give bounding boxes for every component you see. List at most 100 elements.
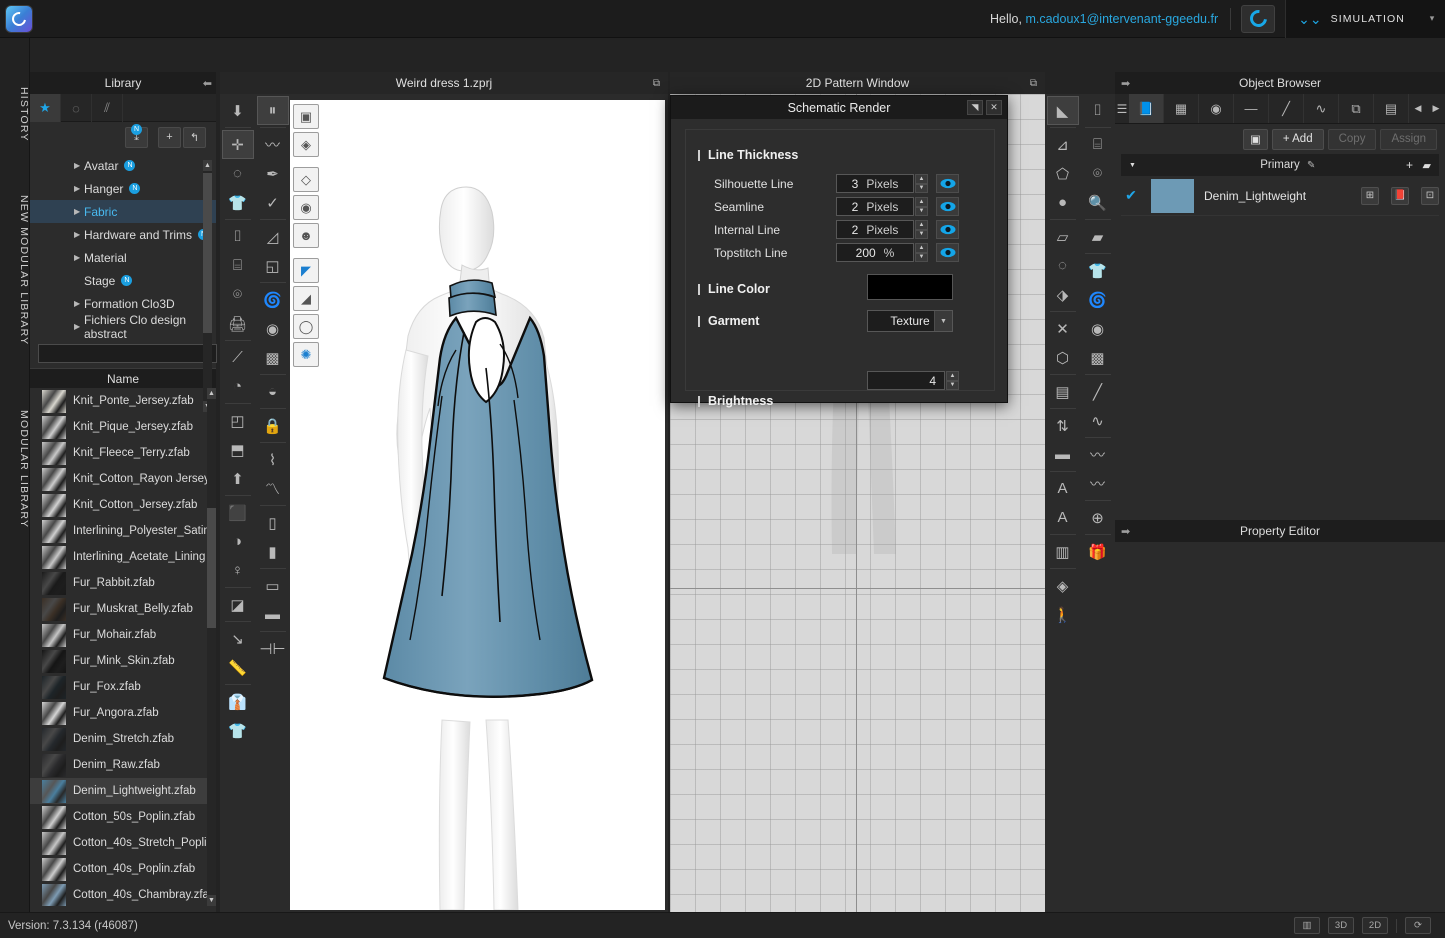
rail-tab-history[interactable]: HISTORY bbox=[0, 78, 30, 150]
chevron-right-icon[interactable]: ▶ bbox=[74, 299, 80, 308]
stepper-arrows[interactable]: ▲ ▼ bbox=[915, 197, 928, 216]
tool-icon-7[interactable]: ◌ bbox=[1047, 251, 1079, 280]
stepper-arrows[interactable]: ▲ ▼ bbox=[915, 174, 928, 193]
object-browser-zigzag-tab[interactable]: ∿ bbox=[1304, 94, 1339, 123]
tool-icon-2[interactable]: 〰 bbox=[257, 130, 289, 159]
tool-icon-4[interactable]: 👕 bbox=[222, 188, 254, 217]
file-list-item[interactable]: Fur_Fox.zfab bbox=[30, 674, 216, 700]
file-list-item[interactable]: Cotton_40s_Poplin.zfab bbox=[30, 856, 216, 882]
visibility-eye-icon[interactable] bbox=[936, 220, 959, 239]
file-list-scrollbar[interactable]: ▲ ▼ bbox=[207, 388, 216, 906]
file-list-item[interactable]: Knit_Cotton_Rayon Jersey bbox=[30, 466, 216, 492]
cloud-button[interactable] bbox=[1241, 4, 1276, 33]
tool-icon-10[interactable]: ◉ bbox=[1082, 314, 1114, 343]
file-list-item[interactable]: Denim_Raw.zfab bbox=[30, 752, 216, 778]
split-view-button[interactable]: ▥ bbox=[1294, 917, 1320, 934]
item-action-icon-1[interactable]: 📕 bbox=[1391, 186, 1409, 205]
file-scroll-down-icon[interactable]: ▼ bbox=[207, 895, 216, 906]
tool-icon-21[interactable]: ▥ bbox=[1047, 537, 1079, 566]
tool-icon-18[interactable]: 〽 bbox=[257, 474, 289, 503]
file-list-item[interactable]: Interlining_Polyester_Satin bbox=[30, 518, 216, 544]
tool-icon-19[interactable]: ◑ bbox=[222, 527, 254, 556]
tree-scrollbar[interactable]: ▲ ▼ bbox=[203, 160, 212, 412]
file-list-item[interactable]: Cotton_50s_Poplin.zfab bbox=[30, 804, 216, 830]
tool-icon-0[interactable]: ⌷ bbox=[1082, 96, 1114, 125]
item-action-icon-0[interactable]: ⊞ bbox=[1361, 186, 1379, 205]
file-list-item[interactable]: Cotton_40s_Stretch_Popli bbox=[30, 830, 216, 856]
object-browser-button-tab[interactable]: ◉ bbox=[1199, 94, 1234, 123]
file-list-item[interactable]: Fur_Rabbit.zfab bbox=[30, 570, 216, 596]
value-field[interactable]: 2 Pixels bbox=[836, 197, 914, 216]
garment-select[interactable]: Texture ▼ bbox=[867, 310, 953, 332]
tool-icon-21[interactable]: ▮ bbox=[257, 537, 289, 566]
chevron-right-icon[interactable]: ▶ bbox=[74, 184, 80, 193]
tool-icon-13[interactable]: ▤ bbox=[1047, 377, 1079, 406]
object-browser-dashed-line-tab[interactable]: ╱ bbox=[1269, 94, 1304, 123]
object-browser-item[interactable]: ✔ Denim_Lightweight ⊞ 📕 ⊡ bbox=[1121, 176, 1439, 216]
brightness-value[interactable]: 4 bbox=[867, 371, 945, 390]
tool-icon-24[interactable]: ↘ bbox=[222, 624, 254, 653]
copy-button[interactable]: Copy bbox=[1327, 128, 1377, 150]
tool-icon-11[interactable]: ▩ bbox=[1082, 343, 1114, 372]
tool-icon-20[interactable]: ▯ bbox=[257, 508, 289, 537]
tool-icon-11[interactable]: ⟋ bbox=[222, 343, 254, 372]
viewport-3d[interactable]: ▣ ◈ ◇ ◉ ☻ ◤ ◢ ◯ ✺ bbox=[290, 100, 665, 910]
group-add-icon[interactable]: + bbox=[1406, 158, 1413, 172]
close-icon[interactable]: ✕ bbox=[986, 100, 1002, 115]
tree-item-stage[interactable]: Stage N bbox=[30, 269, 216, 292]
object-browser-fold-tab[interactable]: ▤ bbox=[1374, 94, 1409, 123]
tool-icon-9[interactable]: 🖨 bbox=[222, 309, 254, 338]
tool-icon-23[interactable]: ▭ bbox=[257, 571, 289, 600]
add-folder-button[interactable]: + bbox=[158, 126, 181, 148]
tree-item-avatar[interactable]: ▶ Avatar N bbox=[30, 154, 216, 177]
tool-icon-6[interactable]: ▰ bbox=[1082, 222, 1114, 251]
tool-icon-24[interactable]: 🚶 bbox=[1047, 600, 1079, 629]
tool-icon-17[interactable]: ⌇ bbox=[257, 445, 289, 474]
file-list-item[interactable]: Fur_Muskrat_Belly.zfab bbox=[30, 596, 216, 622]
undo-button[interactable]: ↰ bbox=[183, 126, 206, 148]
tool-icon-3[interactable]: ◌ bbox=[222, 159, 254, 188]
tool-icon-6[interactable]: ◿ bbox=[257, 222, 289, 251]
tool-icon-4[interactable]: ✓ bbox=[257, 188, 289, 217]
scroll-up-icon[interactable]: ▲ bbox=[203, 160, 212, 171]
value-field[interactable]: 200% bbox=[836, 243, 914, 262]
tool-icon-24[interactable]: ▬ bbox=[257, 600, 289, 629]
new-folder-button[interactable]: ▣ bbox=[1242, 128, 1268, 150]
file-list-item[interactable]: Knit_Ponte_Jersey.zfab bbox=[30, 388, 216, 414]
tool-icon-12[interactable]: ◔ bbox=[222, 372, 254, 401]
tool-icon-21[interactable]: 🎁 bbox=[1082, 537, 1114, 566]
tool-icon-25[interactable]: 📏 bbox=[222, 653, 254, 682]
item-action-icon-2[interactable]: ⊡ bbox=[1421, 186, 1439, 205]
library-fabric-tab[interactable]: ⫽ bbox=[92, 94, 123, 122]
line-color-swatch[interactable] bbox=[867, 274, 953, 300]
tabs-next-icon[interactable]: ▶ bbox=[1427, 94, 1445, 123]
tool-icon-3[interactable]: ⬠ bbox=[1047, 159, 1079, 188]
show-head-icon[interactable]: ◯ bbox=[293, 314, 319, 339]
view-2d-button[interactable]: 2D bbox=[1362, 917, 1388, 934]
simulation-mode-button[interactable]: ⌄⌄ SIMULATION bbox=[1285, 0, 1419, 38]
group-folder-icon[interactable]: ▰ bbox=[1423, 159, 1431, 172]
tree-item-fabric[interactable]: ▶ Fabric bbox=[30, 200, 216, 223]
render-box-icon[interactable]: ▣ bbox=[293, 104, 319, 129]
collapse-right-icon[interactable]: ➡ bbox=[1121, 77, 1130, 90]
tree-item-material[interactable]: ▶ Material bbox=[30, 246, 216, 269]
search-input[interactable] bbox=[38, 343, 217, 363]
file-scroll-up-icon[interactable]: ▲ bbox=[207, 388, 216, 399]
file-list-item[interactable]: Knit_Pique_Jersey.zfab bbox=[30, 414, 216, 440]
tool-icon-7[interactable]: ⌸ bbox=[222, 251, 254, 280]
tool-icon-6[interactable]: ▱ bbox=[1047, 222, 1079, 251]
tool-icon-27[interactable]: 👔 bbox=[222, 687, 254, 716]
rename-pencil-icon[interactable]: ✎ bbox=[1307, 160, 1315, 171]
tool-icon-16[interactable]: 〰 bbox=[1082, 440, 1114, 469]
garment-fit-icon[interactable]: ◈ bbox=[293, 132, 319, 157]
tool-icon-0[interactable]: ⬇ bbox=[222, 96, 254, 125]
tool-icon-2[interactable]: ⌸ bbox=[1082, 130, 1114, 159]
stepper-arrows[interactable]: ▲ ▼ bbox=[915, 220, 928, 239]
tool-icon-2[interactable]: ✛ bbox=[221, 130, 254, 159]
chevron-right-icon[interactable]: ▶ bbox=[74, 253, 80, 262]
tool-icon-8[interactable]: ⬗ bbox=[1047, 280, 1079, 309]
chevron-right-icon[interactable]: ▶ bbox=[74, 207, 80, 216]
stepper-arrows[interactable]: ▲ ▼ bbox=[915, 243, 928, 262]
assign-button[interactable]: Assign bbox=[1380, 128, 1437, 150]
tree-item-hardware-and-trims[interactable]: ▶Hardware and TrimsN bbox=[30, 223, 216, 246]
